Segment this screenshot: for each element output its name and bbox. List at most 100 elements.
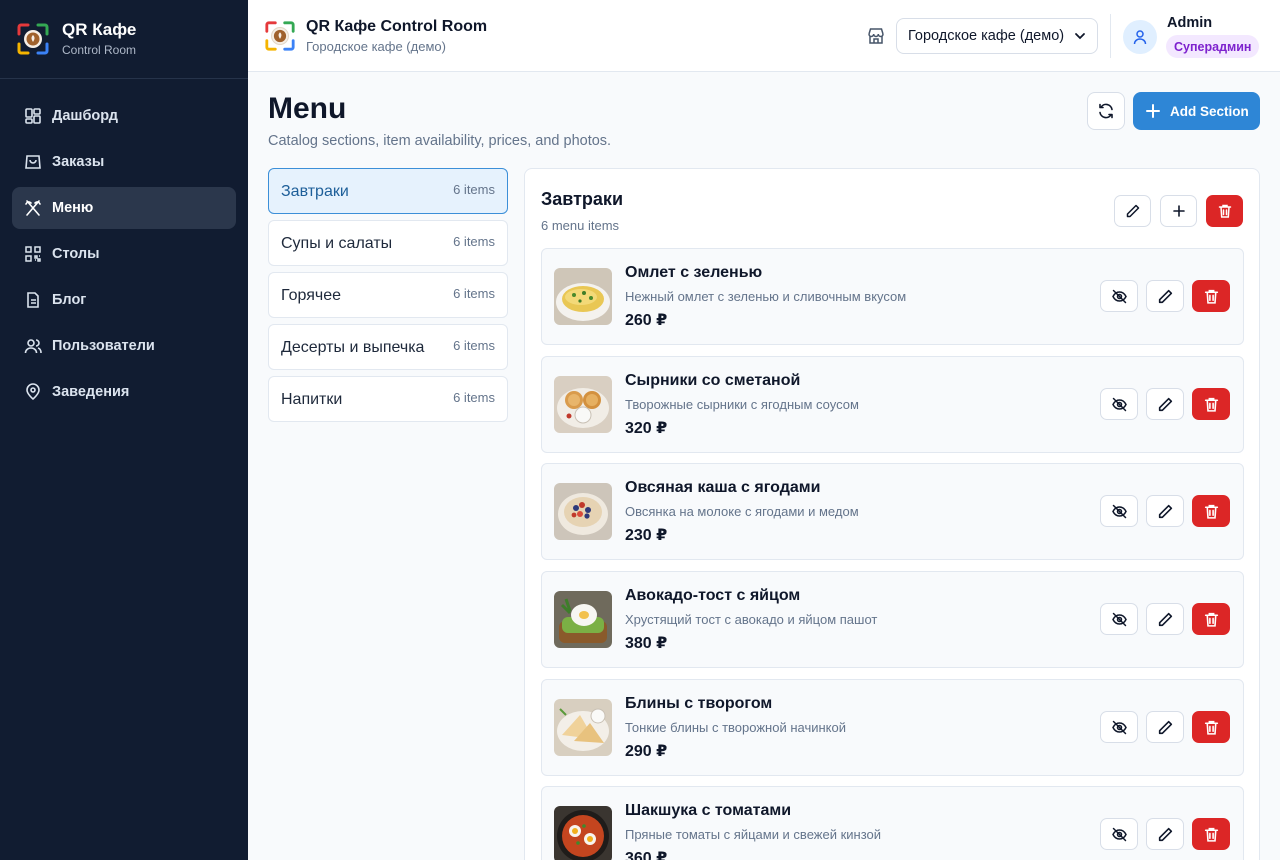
avatar[interactable] [1123, 20, 1157, 54]
hide-item-button[interactable] [1100, 711, 1138, 743]
trash-icon [1204, 720, 1218, 735]
item-price: 360 ₽ [625, 850, 668, 860]
item-photo [554, 268, 612, 325]
header-divider [1110, 14, 1111, 58]
add-section-label: Add Section [1170, 103, 1249, 119]
edit-item-button[interactable] [1146, 388, 1184, 420]
user-icon [1133, 30, 1147, 45]
item-price: 320 ₽ [625, 420, 668, 437]
brand: QR Кафе Control Room [0, 0, 248, 79]
item-description: Тонкие блины с творожной начинкой [625, 720, 846, 735]
item-description: Овсянка на молоке с ягодами и медом [625, 504, 859, 519]
menu-item-card: Овсяная каша с ягодами Овсянка на молоке… [541, 463, 1244, 560]
menu-item-card: Шакшука с томатами Пряные томаты с яйцам… [541, 786, 1244, 860]
qr-cafe-logo-icon [265, 20, 295, 51]
item-photo [554, 483, 612, 540]
edit-item-button[interactable] [1146, 818, 1184, 850]
pencil-icon [1126, 204, 1139, 218]
sidebar-item-blog[interactable]: Блог [12, 279, 236, 321]
hide-item-button[interactable] [1100, 818, 1138, 850]
delete-section-button[interactable] [1206, 195, 1243, 227]
item-photo [554, 699, 612, 756]
item-price: 260 ₽ [625, 312, 668, 329]
sidebar-item-label: Дашборд [52, 108, 118, 124]
item-name: Блины с творогом [625, 695, 773, 712]
sidebar: QR Кафе Control Room Дашборд Заказы Меню… [0, 0, 248, 860]
section-count: 6 items [453, 234, 495, 249]
delete-item-button[interactable] [1192, 818, 1230, 850]
edit-section-button[interactable] [1114, 195, 1151, 227]
dashboard-icon [24, 107, 42, 125]
section-list: Завтраки 6 items Супы и салаты 6 items Г… [268, 168, 508, 428]
section-name: Горячее [281, 287, 342, 304]
trash-icon [1218, 204, 1231, 218]
delete-item-button[interactable] [1192, 603, 1230, 635]
item-price: 290 ₽ [625, 743, 668, 760]
sidebar-item-users[interactable]: Пользователи [12, 325, 236, 367]
delete-item-button[interactable] [1192, 495, 1230, 527]
hide-item-button[interactable] [1100, 603, 1138, 635]
pencil-icon [1158, 827, 1172, 841]
delete-item-button[interactable] [1192, 280, 1230, 312]
item-description: Хрустящий тост с авокадо и яйцом пашот [625, 612, 878, 627]
eye-off-icon [1111, 827, 1127, 841]
pencil-icon [1158, 612, 1172, 626]
hide-item-button[interactable] [1100, 495, 1138, 527]
section-name: Напитки [281, 391, 343, 408]
venue-select[interactable]: Городское кафе (демо) [896, 18, 1098, 54]
sidebar-item-menu[interactable]: Меню [12, 187, 236, 229]
menu-item-card: Омлет с зеленью Нежный омлет с зеленью и… [541, 248, 1244, 345]
item-name: Омлет с зеленью [625, 264, 763, 281]
item-photo [554, 806, 612, 860]
venue-select-value: Городское кафе (демо) [908, 28, 1065, 44]
panel-subtitle: 6 menu items [541, 218, 620, 233]
trash-icon [1204, 504, 1218, 519]
sidebar-nav: Дашборд Заказы Меню Столы Блог Пользоват… [0, 79, 248, 433]
sidebar-item-label: Блог [52, 292, 87, 308]
item-photo [554, 591, 612, 648]
users-icon [24, 337, 42, 355]
add-item-button[interactable] [1160, 195, 1197, 227]
add-section-button[interactable]: Add Section [1133, 92, 1260, 130]
refresh-button[interactable] [1087, 92, 1125, 130]
section-item[interactable]: Супы и салаты 6 items [268, 220, 508, 266]
section-name: Десерты и выпечка [281, 339, 425, 356]
brand-subtitle: Control Room [62, 43, 137, 57]
section-count: 6 items [453, 338, 495, 353]
sidebar-item-venues[interactable]: Заведения [12, 371, 236, 413]
delete-item-button[interactable] [1192, 388, 1230, 420]
section-item[interactable]: Завтраки 6 items [268, 168, 508, 214]
topbar: QR Кафе Control Room Городское кафе (дем… [248, 0, 1280, 72]
edit-item-button[interactable] [1146, 495, 1184, 527]
eye-off-icon [1111, 504, 1127, 518]
section-item[interactable]: Напитки 6 items [268, 376, 508, 422]
map-pin-icon [24, 383, 42, 401]
item-name: Шакшука с томатами [625, 802, 792, 819]
sidebar-item-orders[interactable]: Заказы [12, 141, 236, 183]
edit-item-button[interactable] [1146, 280, 1184, 312]
page-title: Menu [268, 92, 347, 125]
section-item[interactable]: Горячее 6 items [268, 272, 508, 318]
delete-item-button[interactable] [1192, 711, 1230, 743]
edit-item-button[interactable] [1146, 711, 1184, 743]
hide-item-button[interactable] [1100, 388, 1138, 420]
document-icon [24, 291, 42, 309]
pencil-icon [1158, 720, 1172, 734]
sidebar-item-tables[interactable]: Столы [12, 233, 236, 275]
item-name: Овсяная каша с ягодами [625, 479, 821, 496]
sidebar-item-label: Заведения [52, 384, 130, 400]
panel-title: Завтраки [541, 189, 624, 209]
chevron-down-icon [1075, 33, 1085, 40]
edit-item-button[interactable] [1146, 603, 1184, 635]
hide-item-button[interactable] [1100, 280, 1138, 312]
section-item[interactable]: Десерты и выпечка 6 items [268, 324, 508, 370]
user-role-badge: Суперадмин [1166, 35, 1260, 58]
store-icon [868, 28, 884, 44]
item-description: Нежный омлет с зеленью и сливочным вкусо… [625, 289, 907, 304]
qr-cafe-logo-icon [17, 23, 49, 55]
sidebar-item-label: Заказы [52, 154, 105, 170]
item-description: Пряные томаты с яйцами и свежей кинзой [625, 827, 882, 842]
trash-icon [1204, 827, 1218, 842]
eye-off-icon [1111, 720, 1127, 734]
sidebar-item-dashboard[interactable]: Дашборд [12, 95, 236, 137]
